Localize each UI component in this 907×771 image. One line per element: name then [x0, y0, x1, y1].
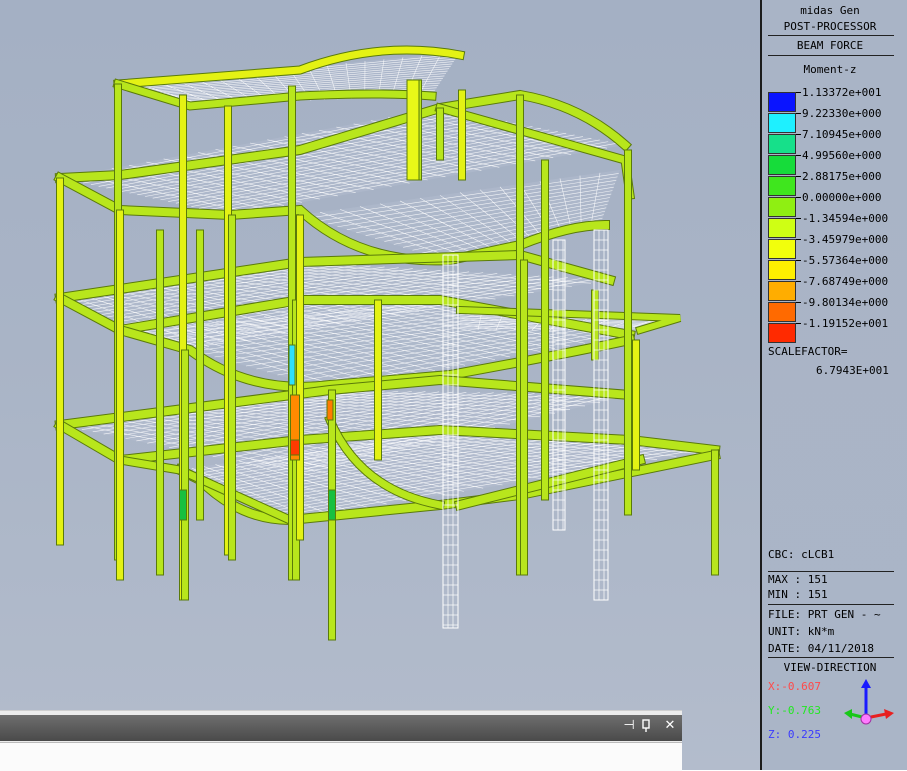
column [289, 345, 295, 385]
app-name: midas Gen [766, 4, 894, 17]
legend-value: -3.45979e+000 [802, 233, 888, 246]
column [633, 340, 640, 470]
column [327, 400, 333, 420]
legend-swatch [768, 260, 796, 280]
column [197, 230, 204, 520]
legend-swatch [768, 323, 796, 343]
legend-swatch [768, 155, 796, 175]
cbc-text: CBC: cLCB1 [768, 548, 834, 561]
view-direction-x: X:-0.607 [768, 680, 821, 693]
close-icon[interactable]: ✕ [660, 718, 680, 734]
column [375, 300, 382, 460]
legend-value: 4.99560e+000 [802, 149, 881, 162]
column [712, 450, 719, 575]
column [592, 290, 599, 360]
legend-tick [796, 176, 801, 177]
legend-value: 2.88175e+000 [802, 170, 881, 183]
unit-text: UNIT: kN*m [768, 625, 834, 638]
column [57, 178, 64, 545]
view-direction-title: VIEW-DIRECTION [766, 661, 894, 674]
view-direction-y: Y:-0.763 [768, 704, 821, 717]
legend-value: 9.22330e+000 [802, 107, 881, 120]
date-text: DATE: 04/11/2018 [768, 642, 874, 655]
legend-value: -1.34594e+000 [802, 212, 888, 225]
column [459, 90, 466, 180]
column [117, 210, 124, 580]
legend-swatch [768, 281, 796, 301]
output-dock: ⊣ ✕ [0, 710, 682, 770]
scalefactor-value: 6.7943E+001 [816, 364, 889, 377]
column [182, 350, 189, 600]
axis-triad-icon [842, 678, 902, 734]
column [625, 150, 632, 515]
min-text: MIN : 151 [768, 588, 828, 601]
legend-value: -7.68749e+000 [802, 275, 888, 288]
column [180, 490, 187, 520]
column [297, 215, 304, 540]
pin-icon[interactable]: ⊣ [622, 718, 636, 734]
legend-swatch [768, 134, 796, 154]
column [157, 230, 164, 575]
legend-tick [796, 281, 801, 282]
legend-tick [796, 323, 801, 324]
legend-swatch [768, 113, 796, 133]
header-rule [768, 55, 894, 56]
legend-value: 0.00000e+000 [802, 191, 881, 204]
structure-model[interactable] [0, 0, 762, 770]
dock-titlebar: ⊣ ✕ [0, 710, 682, 743]
result-type: BEAM FORCE [766, 39, 894, 52]
legend-value: 7.10945e+000 [802, 128, 881, 141]
legend-tick [796, 197, 801, 198]
result-panel: midas Gen POST-PROCESSOR BEAM FORCE Mome… [762, 0, 907, 770]
legend-value: -1.19152e+001 [802, 317, 888, 330]
legend-tick [796, 218, 801, 219]
max-text: MAX : 151 [768, 573, 828, 586]
column [521, 260, 528, 575]
legend-tick [796, 260, 801, 261]
legend-value: -9.80134e+000 [802, 296, 888, 309]
legend-value: 1.13372e+001 [802, 86, 881, 99]
legend-swatch [768, 197, 796, 217]
legend-tick [796, 113, 801, 114]
legend-value: -5.57364e+000 [802, 254, 888, 267]
legend-tick [796, 155, 801, 156]
legend-swatch [768, 92, 796, 112]
column [229, 215, 236, 560]
column [437, 108, 444, 160]
legend-tick [796, 239, 801, 240]
column [291, 440, 300, 455]
column [407, 80, 419, 180]
info-rule [768, 604, 894, 605]
legend-tick [796, 134, 801, 135]
column [542, 160, 549, 500]
info-rule [768, 571, 894, 572]
pin-button-icon[interactable] [640, 718, 652, 734]
dock-content[interactable] [0, 742, 682, 771]
legend-tick [796, 302, 801, 303]
scalefactor-label: SCALEFACTOR= [768, 345, 847, 358]
result-component: Moment-z [766, 63, 894, 76]
info-rule [768, 657, 894, 658]
app-mode: POST-PROCESSOR [766, 20, 894, 33]
file-text: FILE: PRT GEN - ~ [768, 608, 881, 621]
model-viewport[interactable] [0, 0, 762, 770]
wall-frame [594, 230, 608, 600]
legend-tick [796, 92, 801, 93]
legend-swatch [768, 176, 796, 196]
legend-swatch [768, 239, 796, 259]
header-rule [768, 35, 894, 36]
legend-swatch [768, 302, 796, 322]
column [329, 490, 336, 520]
view-direction-z: Z: 0.225 [768, 728, 821, 741]
dock-title-strip[interactable] [0, 715, 682, 741]
legend-swatch [768, 218, 796, 238]
